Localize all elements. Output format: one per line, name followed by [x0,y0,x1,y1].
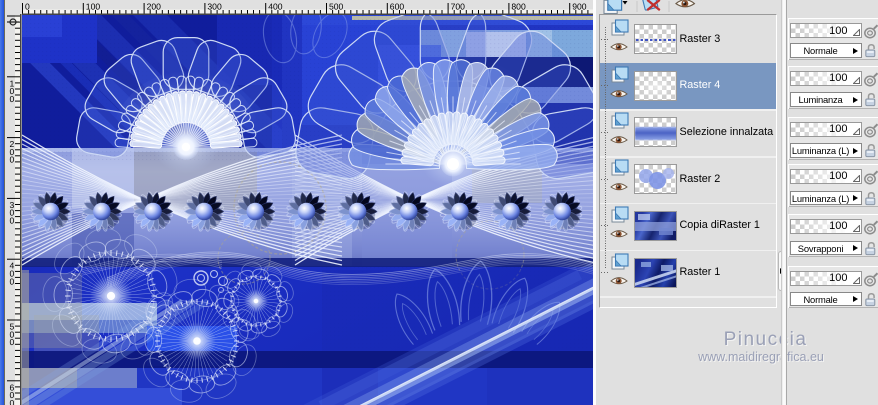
svg-text:200: 200 [147,2,162,12]
svg-text:800: 800 [511,2,526,12]
svg-text:100: 100 [86,2,101,12]
svg-text:0: 0 [10,276,15,286]
svg-text:0: 0 [10,155,15,165]
svg-text:900: 900 [572,2,587,12]
svg-text:0: 0 [10,216,15,226]
svg-text:700: 700 [451,2,466,12]
svg-text:300: 300 [207,2,222,12]
svg-text:500: 500 [329,2,344,12]
svg-text:0: 0 [25,2,30,12]
svg-text:0: 0 [10,337,15,347]
svg-text:600: 600 [390,2,405,12]
svg-text:0: 0 [10,94,15,104]
svg-text:400: 400 [268,2,283,12]
svg-text:0: 0 [10,398,15,405]
